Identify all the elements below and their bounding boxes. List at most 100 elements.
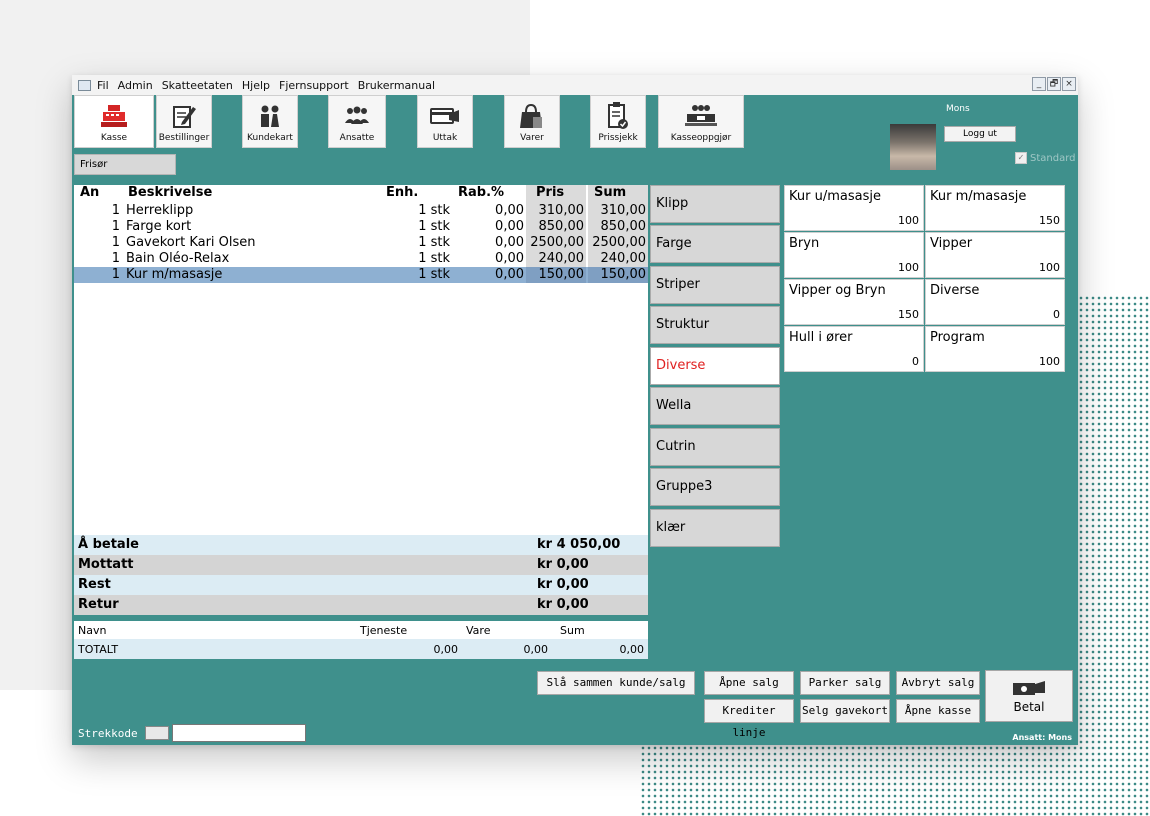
cell-description: Farge kort — [126, 219, 192, 234]
cell-sum: 0,00 — [619, 643, 645, 656]
category-striper[interactable]: Striper — [650, 266, 780, 304]
group-tab-frisor[interactable]: Frisør — [74, 154, 176, 175]
category-struktur[interactable]: Struktur — [650, 306, 780, 344]
cell-description: Gavekort Kari Olsen — [126, 235, 256, 250]
product-tile[interactable]: Bryn 100 — [784, 232, 924, 278]
product-name: Kur m/masasje — [930, 189, 1027, 204]
park-sale-button[interactable]: Parker salg — [800, 671, 890, 695]
employee-total-row[interactable]: TOTALT 0,00 0,00 0,00 — [74, 639, 648, 659]
toolbar-uttak-button[interactable]: Uttak — [417, 95, 473, 148]
standard-checkbox[interactable]: ✓ Standard — [1015, 152, 1076, 164]
cell-goods: 0,00 — [523, 643, 549, 656]
minimize-button[interactable]: _ — [1032, 77, 1046, 91]
checkbox-check-icon: ✓ — [1015, 152, 1027, 164]
category-wella[interactable]: Wella — [650, 387, 780, 425]
product-tile[interactable]: Kur m/masasje 150 — [925, 185, 1065, 231]
cell-price: 850,00 — [538, 219, 585, 234]
toolbar-kasseoppgjor-button[interactable]: Kasseoppgjør — [658, 95, 744, 148]
product-name: Vipper og Bryn — [789, 283, 886, 298]
product-name: Diverse — [930, 283, 980, 298]
menu-brukermanual[interactable]: Brukermanual — [358, 79, 435, 92]
restore-button[interactable]: 🗗 — [1047, 77, 1061, 91]
pay-button[interactable]: Betal — [985, 670, 1073, 722]
menu-fil[interactable]: Fil — [97, 79, 109, 92]
product-name: Bryn — [789, 236, 820, 251]
cancel-sale-button[interactable]: Avbryt salg — [896, 671, 980, 695]
logout-button[interactable]: Logg ut — [944, 126, 1016, 142]
toolbar-kundekart-button[interactable]: Kundekart — [242, 95, 298, 148]
keyboard-icon[interactable] — [145, 726, 169, 740]
table-row[interactable]: 1 Gavekort Kari Olsen 1 stk 0,00 2500,00… — [74, 235, 648, 251]
product-price: 100 — [898, 214, 919, 227]
menu-skatteetaten[interactable]: Skatteetaten — [162, 79, 233, 92]
toolbar-label: Prissjekk — [598, 133, 638, 143]
product-tile[interactable]: Diverse 0 — [925, 279, 1065, 325]
product-price: 0 — [1053, 308, 1060, 321]
category-klaer[interactable]: klær — [650, 509, 780, 547]
cell-qty: 1 — [111, 203, 120, 218]
barcode-label: Strekkode — [78, 727, 138, 740]
order-table: An Beskrivelse Enh. Rab.% Pris Sum 1 Her… — [74, 185, 648, 535]
couple-icon — [257, 102, 283, 130]
window-controls: _ 🗗 × — [1032, 77, 1076, 91]
toolbar-bestillinger-button[interactable]: Bestillinger — [156, 95, 212, 148]
cell-price: 310,00 — [538, 203, 585, 218]
product-price: 150 — [898, 308, 919, 321]
product-tile[interactable]: Kur u/masasje 100 — [784, 185, 924, 231]
product-tile[interactable]: Vipper 100 — [925, 232, 1065, 278]
category-klipp[interactable]: Klipp — [650, 185, 780, 223]
table-row[interactable]: 1 Herreklipp 1 stk 0,00 310,00 310,00 — [74, 203, 648, 219]
credit-line-button[interactable]: Krediter linje — [704, 699, 794, 739]
product-tile[interactable]: Vipper og Bryn 150 — [784, 279, 924, 325]
product-tile[interactable]: Program 100 — [925, 326, 1065, 372]
table-row[interactable]: 1 Farge kort 1 stk 0,00 850,00 850,00 — [74, 219, 648, 235]
cell-qty: 1 — [111, 251, 120, 266]
header-price: Pris — [536, 185, 565, 200]
menu-hjelp[interactable]: Hjelp — [242, 79, 270, 92]
product-price: 150 — [1039, 214, 1060, 227]
table-row[interactable]: 1 Bain Oléo-Relax 1 stk 0,00 240,00 240,… — [74, 251, 648, 267]
category-gruppe3[interactable]: Gruppe3 — [650, 468, 780, 506]
pay-label: Betal — [1013, 699, 1045, 714]
menu-admin[interactable]: Admin — [118, 79, 153, 92]
menu-fjernsupport[interactable]: Fjernsupport — [279, 79, 349, 92]
product-tile[interactable]: Hull i ører 0 — [784, 326, 924, 372]
merge-customer-sale-button[interactable]: Slå sammen kunde/salg — [537, 671, 695, 695]
total-row-change: Retur kr 0,00 — [74, 595, 648, 615]
app-window-icon[interactable] — [78, 79, 91, 91]
toolbar-kasse-button[interactable]: Kasse — [74, 95, 154, 148]
toolbar-label: Ansatte — [339, 133, 375, 143]
cell-qty: 1 — [111, 267, 120, 282]
header-sum: Sum — [560, 624, 585, 637]
open-drawer-button[interactable]: Åpne kasse — [896, 699, 980, 723]
cell-description: Kur m/masasje — [126, 267, 223, 282]
cell-discount: 0,00 — [495, 267, 524, 282]
cell-description: Herreklipp — [126, 203, 194, 218]
category-cutrin[interactable]: Cutrin — [650, 428, 780, 466]
cell-sum: 850,00 — [600, 219, 647, 234]
cell-unit: 1 stk — [418, 203, 450, 218]
employee-status: Ansatt: Mons — [1012, 733, 1072, 742]
open-sale-button[interactable]: Åpne salg — [704, 671, 794, 695]
toolbar-ansatte-button[interactable]: Ansatte — [328, 95, 386, 148]
barcode-input[interactable] — [172, 724, 306, 742]
product-name: Program — [930, 330, 985, 345]
category-diverse[interactable]: Diverse — [650, 347, 780, 385]
total-row-rest: Rest kr 0,00 — [74, 575, 648, 595]
toolbar-varer-button[interactable]: Varer — [504, 95, 560, 148]
cell-service: 0,00 — [433, 643, 459, 656]
user-name: Mons — [946, 104, 970, 114]
total-value: kr 0,00 — [537, 557, 589, 572]
product-name: Vipper — [930, 236, 973, 251]
category-farge[interactable]: Farge — [650, 225, 780, 263]
toolbar-label: Kundekart — [247, 133, 293, 143]
cell-sum: 310,00 — [600, 203, 647, 218]
cell-qty: 1 — [111, 219, 120, 234]
close-button[interactable]: × — [1062, 77, 1076, 91]
toolbar-prissjekk-button[interactable]: Prissjekk — [590, 95, 646, 148]
sell-gift-card-button[interactable]: Selg gavekort — [800, 699, 890, 723]
header-service: Tjeneste — [360, 624, 408, 637]
table-row-selected[interactable]: 1 Kur m/masasje 1 stk 0,00 150,00 150,00 — [74, 267, 648, 283]
card-icon — [430, 102, 460, 130]
total-row-to-pay: Å betale kr 4 050,00 — [74, 535, 648, 555]
